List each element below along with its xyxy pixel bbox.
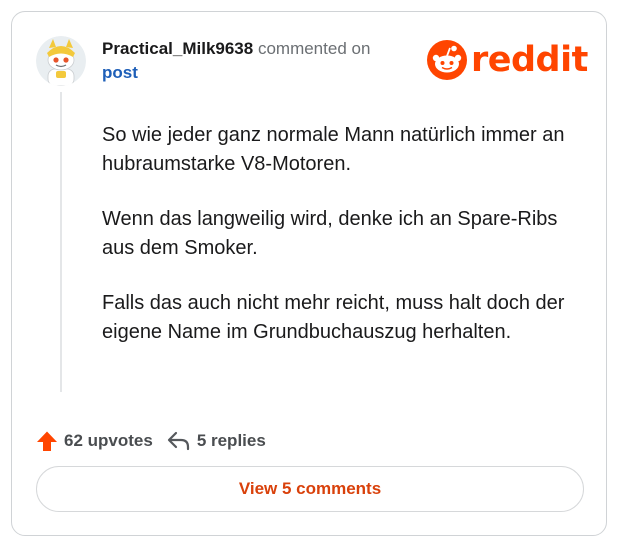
reddit-wordmark: reddit <box>471 40 588 80</box>
comment-header: Practical_Milk9638 commented on post <box>102 37 402 85</box>
username[interactable]: Practical_Milk9638 <box>102 39 253 58</box>
comment-paragraph: So wie jeder ganz normale Mann natürlich… <box>102 124 565 175</box>
view-comments-button[interactable]: View 5 comments <box>36 466 584 512</box>
upvote-arrow-icon[interactable] <box>36 430 58 452</box>
comment-paragraph: Falls das auch nicht mehr reicht, muss h… <box>102 292 565 343</box>
reddit-snoo-icon <box>427 40 467 80</box>
reply-count: 5 replies <box>196 431 266 450</box>
replies-stat[interactable]: 5 replies <box>167 430 266 452</box>
reddit-logo: reddit <box>427 38 588 82</box>
comment-paragraph: Wenn das langweilig wird, denke ich an S… <box>102 208 558 259</box>
post-link[interactable]: post <box>102 61 402 85</box>
comment-stats: 62 upvotes 5 replies <box>36 428 266 454</box>
upvote-stat[interactable]: 62 upvotes <box>36 430 153 452</box>
upvote-count: 62 upvotes <box>64 431 153 450</box>
comment-action-text: commented on <box>257 39 371 58</box>
avatar-snoo-icon <box>36 36 86 86</box>
avatar[interactable] <box>36 36 86 86</box>
thread-line <box>60 92 62 392</box>
comment-card: Practical_Milk9638 commented on post red… <box>11 11 607 536</box>
comment-body: So wie jeder ganz normale Mann natürlich… <box>102 121 582 373</box>
reply-arrow-icon[interactable] <box>167 430 191 452</box>
